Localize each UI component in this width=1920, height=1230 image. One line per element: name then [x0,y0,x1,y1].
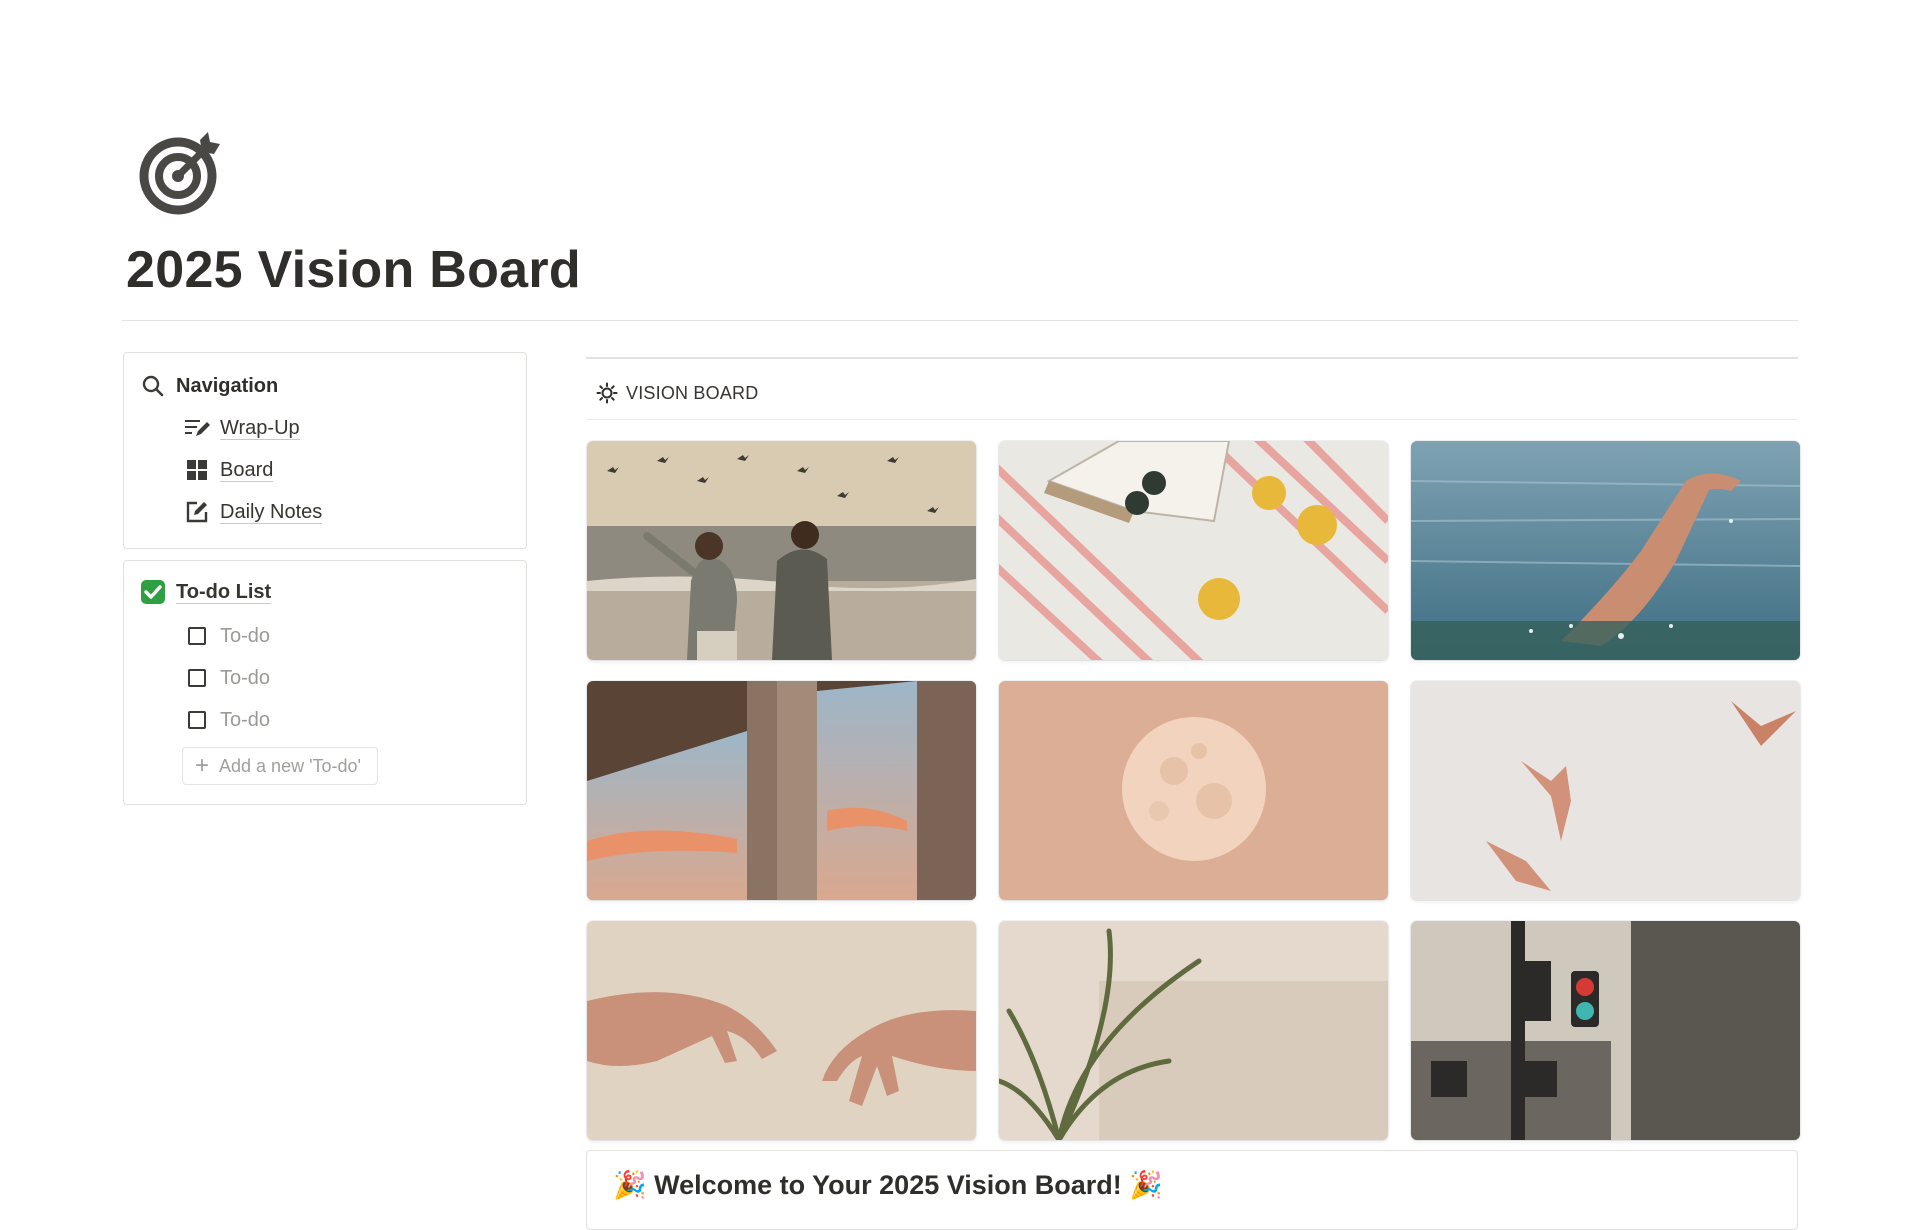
full-moon-image[interactable] [999,681,1388,900]
nav-link-label[interactable]: Daily Notes [220,501,323,524]
navigation-heading-row: Navigation [140,373,278,399]
grid-icon [184,457,210,483]
sun-icon [596,382,618,404]
sunset-window-image[interactable] [587,681,976,900]
nav-link-wrap-up[interactable]: Wrap-Up [184,415,300,441]
todo-heading[interactable]: To-do List [176,581,272,604]
todo-item: To-do [184,665,270,691]
edit-list-icon [184,415,210,441]
checkmark-icon [140,579,166,605]
checkbox[interactable] [188,627,206,645]
page-title: 2025 Vision Board [126,241,581,299]
todo-item-label[interactable]: To-do [220,667,270,690]
legs-diving-water-image[interactable] [1411,441,1800,660]
section-divider [586,419,1798,420]
target-icon[interactable] [136,130,224,218]
edit-note-icon [184,499,210,525]
palm-shadow-wall-image[interactable] [999,921,1388,1140]
todo-heading-row[interactable]: To-do List [140,579,272,605]
section-divider-top [586,357,1798,359]
nav-link-daily-notes[interactable]: Daily Notes [184,499,323,525]
vision-board-heading: VISION BOARD [596,382,758,404]
welcome-callout: 🎉 Welcome to Your 2025 Vision Board! 🎉 [586,1150,1798,1230]
todo-panel: To-do List To-do To-do To-do + Add a new… [123,560,527,805]
nav-link-label[interactable]: Wrap-Up [220,417,300,440]
todo-item: To-do [184,623,270,649]
book-sunglasses-lemons-image[interactable] [999,441,1388,660]
seagulls-flying-image[interactable] [1411,681,1800,900]
checkbox[interactable] [188,669,206,687]
vision-board-gallery [587,441,1800,1141]
traffic-light-image[interactable] [1411,921,1800,1140]
couple-beach-seagulls-image[interactable] [587,441,976,660]
navigation-heading: Navigation [176,374,279,397]
add-todo-label: Add a new 'To-do' [219,755,361,776]
reaching-hands-image[interactable] [587,921,976,1140]
add-todo-button[interactable]: + Add a new 'To-do' [182,747,378,785]
todo-item-label[interactable]: To-do [220,625,270,648]
welcome-title: 🎉 Welcome to Your 2025 Vision Board! 🎉 [613,1170,1163,1200]
search-icon [140,373,166,399]
todo-item-label[interactable]: To-do [220,709,270,732]
nav-link-board[interactable]: Board [184,457,274,483]
todo-item: To-do [184,707,270,733]
title-divider [122,320,1798,321]
checkbox[interactable] [188,711,206,729]
vision-board-title: VISION BOARD [626,382,759,403]
plus-icon: + [195,752,210,779]
navigation-panel: Navigation Wrap-Up Board Daily Notes [123,352,527,549]
nav-link-label[interactable]: Board [220,459,274,482]
